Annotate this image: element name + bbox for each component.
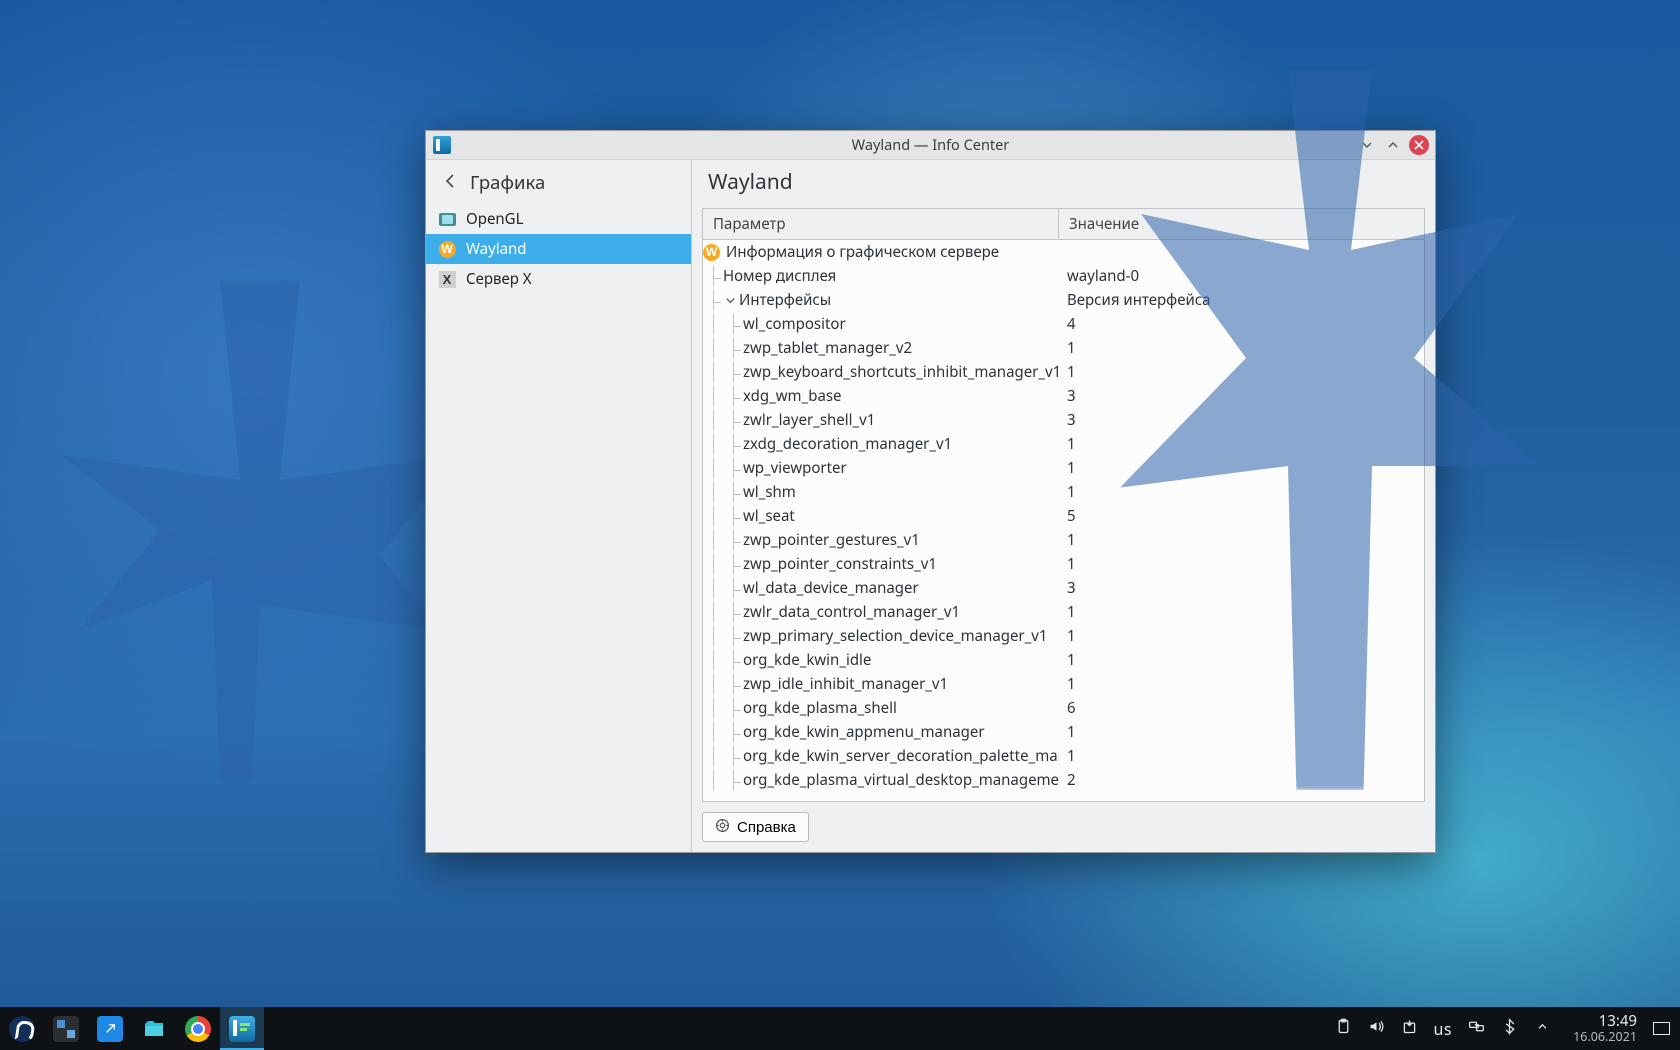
xserver-icon: X [438,270,456,288]
back-icon [442,170,458,195]
task-switcher-icon [53,1016,79,1042]
help-icon [715,818,730,837]
maximize-button[interactable] [1383,135,1403,155]
column-header-value[interactable]: Значение [1059,209,1424,239]
start-button[interactable] [0,1007,44,1050]
tree-interface[interactable]: wl_data_device_manager3 [703,576,1424,600]
tree-interface[interactable]: zwp_idle_inhibit_manager_v11 [703,672,1424,696]
sidebar-item-label: Wayland [466,239,527,259]
clipboard-icon[interactable] [1335,1018,1352,1039]
table-header: Параметр Значение [703,209,1424,240]
window-title: Wayland — Info Center [426,135,1435,155]
help-button[interactable]: Справка [702,812,809,842]
wayland-icon: W [703,244,720,261]
main-panel: Wayland Параметр Значение WИнформация о … [692,160,1435,852]
sidebar-item-сервер-x[interactable]: X Сервер X [426,264,691,294]
taskbar-app-infocenter[interactable] [220,1007,264,1050]
sidebar-item-label: OpenGL [466,209,523,229]
tree-interface[interactable]: org_kde_kwin_server_decoration_palette_m… [703,744,1424,768]
volume-icon[interactable] [1368,1018,1385,1039]
tree-interface[interactable]: xdg_wm_base3 [703,384,1424,408]
minimize-button[interactable] [1357,135,1377,155]
sidebar-item-wayland[interactable]: W Wayland [426,234,691,264]
taskbar: us 13:49 16.06.2021 [0,1007,1680,1050]
help-button-label: Справка [737,819,796,836]
chevron-down-icon[interactable] [723,293,737,307]
tree-interface[interactable]: zwp_pointer_constraints_v11 [703,552,1424,576]
info-table: Параметр Значение WИнформация о графичес… [702,208,1425,802]
wayland-icon: W [438,240,456,258]
show-desktop-button[interactable] [1653,1022,1670,1035]
tree-interface[interactable]: zxdg_decoration_manager_v11 [703,432,1424,456]
table-body[interactable]: WИнформация о графическом сервереНомер д… [703,240,1424,801]
taskbar-app-chrome[interactable] [176,1007,220,1050]
tree-interface[interactable]: wp_viewporter1 [703,456,1424,480]
tree-interface[interactable]: zwp_tablet_manager_v21 [703,336,1424,360]
system-tray: us 13:49 16.06.2021 [1335,1013,1680,1045]
app-icon [433,136,451,154]
discover-icon [97,1016,123,1042]
taskbar-app-files[interactable] [132,1007,176,1050]
tree-interface[interactable]: wl_shm1 [703,480,1424,504]
bluetooth-icon[interactable] [1501,1018,1518,1039]
sidebar-item-opengl[interactable]: OpenGL [426,204,691,234]
sidebar: Графика OpenGL W Wayland X Сервер X [426,160,692,852]
page-title: Wayland [692,160,1435,204]
titlebar[interactable]: Wayland — Info Center [426,131,1435,160]
taskbar-app-discover[interactable] [88,1007,132,1050]
breadcrumb[interactable]: Графика [426,160,691,204]
tree-interface[interactable]: wl_seat5 [703,504,1424,528]
tree-interface[interactable]: zwlr_data_control_manager_v11 [703,600,1424,624]
tree-interface[interactable]: zwlr_layer_shell_v13 [703,408,1424,432]
tree-interface[interactable]: zwp_primary_selection_device_manager_v11 [703,624,1424,648]
task-switcher-button[interactable] [44,1007,88,1050]
fedora-icon [9,1016,35,1042]
updates-icon[interactable] [1401,1018,1418,1039]
desktop: Wayland — Info Center Графика OpenGLWWay… [0,0,1680,1050]
infocenter-icon [229,1016,255,1042]
tree-interface[interactable]: org_kde_plasma_shell6 [703,696,1424,720]
infocenter-window: Wayland — Info Center Графика OpenGLWWay… [425,130,1436,853]
breadcrumb-label: Графика [470,170,545,195]
tree-root[interactable]: WИнформация о графическом сервере [703,240,1424,264]
tree-interface[interactable]: zwp_pointer_gestures_v11 [703,528,1424,552]
clock-date: 16.06.2021 [1573,1030,1637,1044]
tree-interface[interactable]: org_kde_kwin_idle1 [703,648,1424,672]
tree-interface[interactable]: org_kde_plasma_virtual_desktop_managemen… [703,768,1424,792]
chrome-icon [185,1016,211,1042]
column-header-param[interactable]: Параметр [703,209,1059,239]
keyboard-layout[interactable]: us [1434,1018,1453,1040]
tree-interface[interactable]: wl_compositor4 [703,312,1424,336]
opengl-icon [438,210,456,228]
tree-interfaces[interactable]: ИнтерфейсыВерсия интерфейса [703,288,1424,312]
tray-expand-icon[interactable] [1534,1018,1551,1039]
tree-interface[interactable]: zwp_keyboard_shortcuts_inhibit_manager_v… [703,360,1424,384]
clock[interactable]: 13:49 16.06.2021 [1573,1013,1637,1045]
sidebar-item-label: Сервер X [466,269,532,289]
close-button[interactable] [1409,135,1429,155]
tree-display[interactable]: Номер дисплеяwayland-0 [703,264,1424,288]
network-icon[interactable] [1468,1018,1485,1039]
tree-interface[interactable]: org_kde_kwin_appmenu_manager1 [703,720,1424,744]
folder-icon [141,1016,167,1042]
